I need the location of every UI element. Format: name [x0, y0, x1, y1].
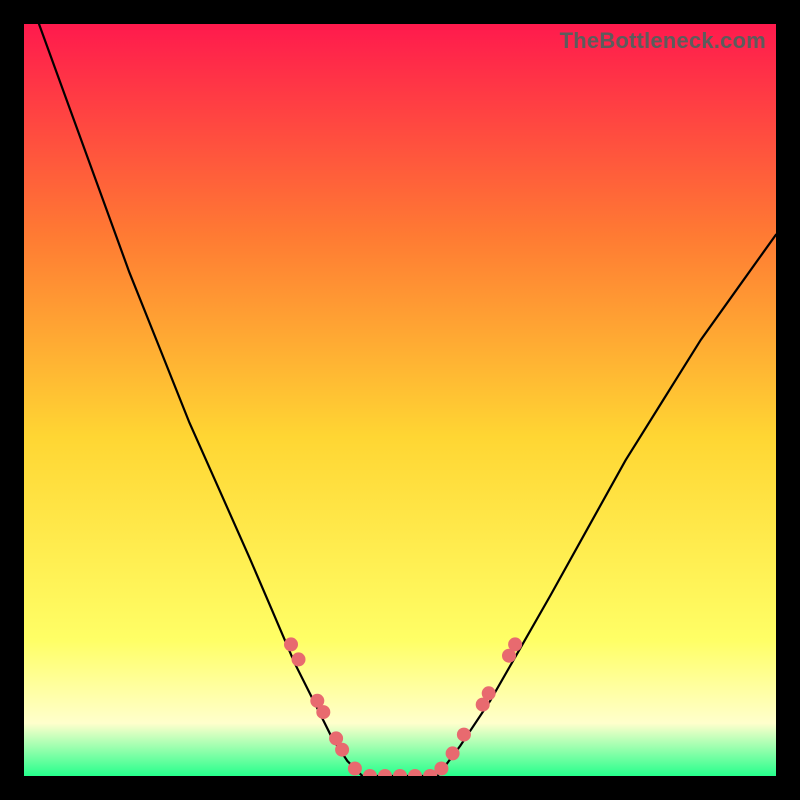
data-marker [508, 637, 522, 651]
watermark-text: TheBottleneck.com [560, 28, 766, 54]
data-marker [335, 743, 349, 757]
data-marker [446, 746, 460, 760]
data-marker [434, 762, 448, 776]
data-marker [482, 686, 496, 700]
chart-frame: TheBottleneck.com [24, 24, 776, 776]
data-marker [292, 652, 306, 666]
data-marker [284, 637, 298, 651]
data-marker [348, 762, 362, 776]
bottleneck-chart [24, 24, 776, 776]
data-marker [457, 728, 471, 742]
data-marker [316, 705, 330, 719]
